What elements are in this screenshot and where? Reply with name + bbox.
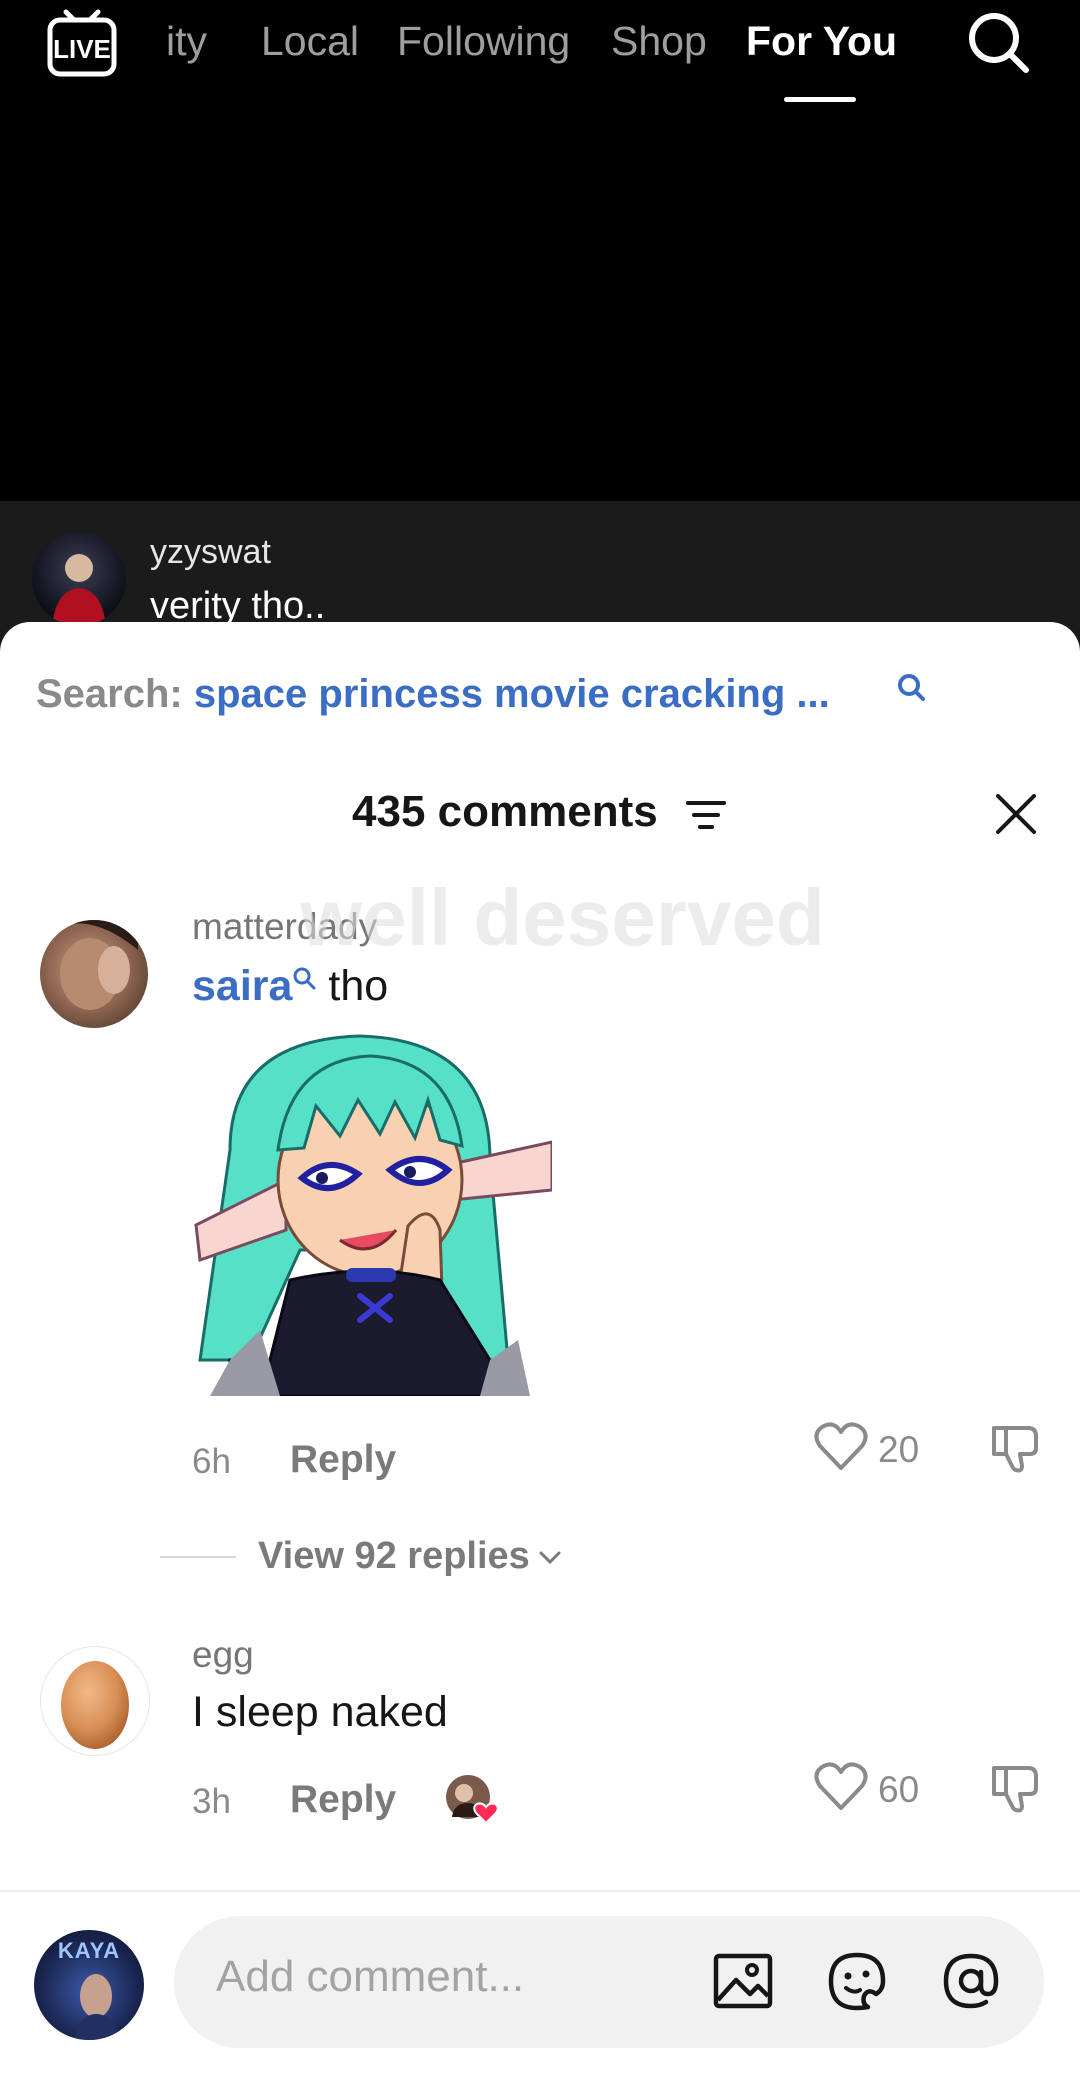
- sticker-emoji-icon[interactable]: [826, 1950, 888, 2012]
- active-tab-indicator: [784, 97, 856, 102]
- dislike-icon[interactable]: [988, 1760, 1042, 1814]
- related-search[interactable]: Search: space princess movie cracking ..…: [36, 672, 830, 717]
- video-player[interactable]: [0, 120, 1080, 501]
- comment-body: tho: [328, 962, 389, 1010]
- view-replies-button[interactable]: View 92 replies: [258, 1535, 562, 1578]
- tab-following[interactable]: Following: [397, 18, 570, 65]
- person-icon: [52, 554, 106, 626]
- overlay-username[interactable]: yzyswat: [150, 533, 271, 572]
- reply-button[interactable]: Reply: [290, 1438, 396, 1482]
- avatar[interactable]: [40, 920, 148, 1028]
- search-label: Search:: [36, 672, 183, 716]
- person-icon: [40, 920, 138, 1010]
- dislike-icon[interactable]: [988, 1420, 1042, 1474]
- mention-link[interactable]: saira: [192, 962, 292, 1010]
- person-icon: [74, 1974, 120, 2040]
- view-replies-label: View 92 replies: [258, 1535, 530, 1577]
- avatar[interactable]: [32, 532, 126, 626]
- close-icon[interactable]: [994, 792, 1038, 836]
- tab-community[interactable]: ity: [166, 18, 207, 65]
- comment-username[interactable]: egg: [192, 1634, 254, 1676]
- search-icon[interactable]: [292, 966, 316, 990]
- reply-button[interactable]: Reply: [290, 1778, 396, 1822]
- like-count: 20: [878, 1429, 920, 1470]
- search-query[interactable]: space princess movie cracking ...: [194, 672, 830, 716]
- creator-liked-icon: [446, 1775, 499, 1825]
- live-label: LIVE: [53, 34, 111, 64]
- comment-text: saira tho: [192, 962, 388, 1011]
- like-count: 60: [878, 1769, 920, 1810]
- heart-icon[interactable]: [814, 1422, 868, 1472]
- replies-divider: [160, 1556, 236, 1558]
- tab-shop[interactable]: Shop: [611, 18, 707, 65]
- chevron-down-icon: [539, 1551, 561, 1565]
- mention-icon[interactable]: [940, 1950, 1002, 2012]
- comment-time: 3h: [192, 1782, 231, 1821]
- avatar[interactable]: KAYA: [34, 1930, 144, 2040]
- comment-count: 435 comments: [352, 787, 658, 836]
- comment-sticker-image[interactable]: [190, 1030, 552, 1396]
- top-nav-bar: LIVE ity Local Following Shop For You: [0, 0, 1080, 120]
- comment-text: I sleep naked: [192, 1688, 448, 1736]
- avatar[interactable]: [40, 1646, 150, 1756]
- search-icon[interactable]: [964, 8, 1034, 78]
- egg-icon: [61, 1661, 129, 1749]
- video-caption-watermark: well deserved: [300, 873, 825, 962]
- heart-icon[interactable]: [814, 1762, 868, 1812]
- image-icon[interactable]: [712, 1950, 774, 2012]
- comment-time: 6h: [192, 1442, 231, 1481]
- sort-filter-icon[interactable]: [686, 799, 726, 831]
- tab-local[interactable]: Local: [261, 18, 359, 65]
- live-icon[interactable]: LIVE: [44, 6, 120, 82]
- tab-for-you[interactable]: For You: [746, 18, 897, 65]
- search-icon[interactable]: [896, 672, 926, 702]
- comment-input-placeholder: Add comment...: [216, 1952, 525, 2001]
